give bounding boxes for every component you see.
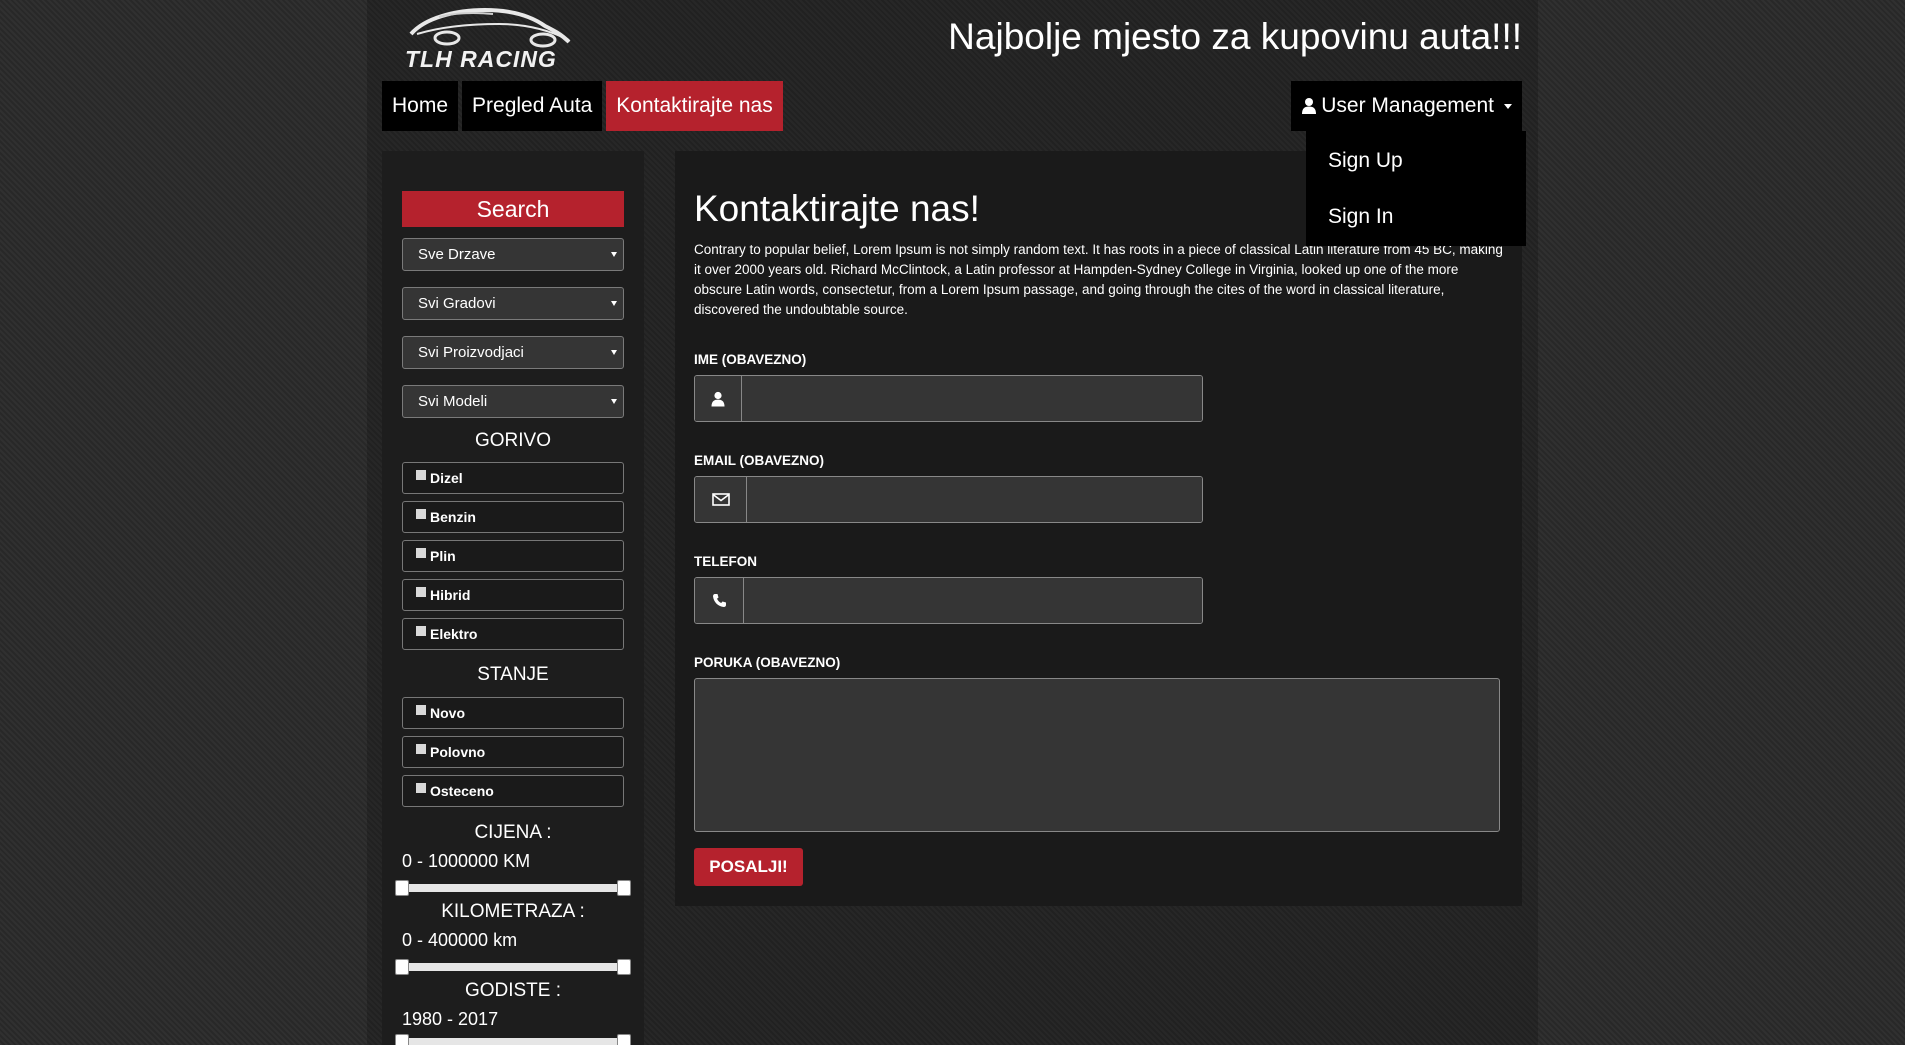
- phone-icon: [695, 578, 744, 623]
- email-label: EMAIL (OBAVEZNO): [694, 453, 824, 468]
- condition-checkbox-novo[interactable]: Novo: [402, 697, 624, 729]
- site-logo[interactable]: TLH RACING: [403, 4, 583, 76]
- checkbox-icon: [416, 509, 426, 519]
- checkbox-icon: [416, 783, 426, 793]
- year-slider[interactable]: [395, 1034, 631, 1045]
- year-slider-max-handle[interactable]: [617, 1034, 631, 1045]
- mileage-title: KILOMETRAZA :: [441, 901, 585, 922]
- intro-text: Contrary to popular belief, Lorem Ipsum …: [694, 242, 1503, 317]
- fuel-checkbox-plin[interactable]: Plin: [402, 540, 624, 572]
- user-icon: [1302, 98, 1317, 114]
- checkbox-icon: [416, 548, 426, 558]
- year-slider-min-handle[interactable]: [395, 1034, 409, 1045]
- checkbox-icon: [416, 705, 426, 715]
- country-select[interactable]: Sve Drzave: [402, 238, 624, 271]
- condition-option-label: Novo: [430, 705, 465, 721]
- name-input-group: [694, 375, 1203, 422]
- fuel-option-label: Plin: [430, 548, 456, 564]
- dropdown-arrow-icon: [611, 399, 617, 404]
- site-tagline: Najbolje mjesto za kupovinu auta!!!: [948, 16, 1522, 57]
- fuel-checkbox-benzin[interactable]: Benzin: [402, 501, 624, 533]
- phone-input-group: [694, 577, 1203, 624]
- dropdown-arrow-icon: [611, 252, 617, 257]
- user-management-dropdown: Sign Up Sign In: [1306, 131, 1526, 246]
- mileage-range-value: 0 - 400000 km: [402, 930, 518, 950]
- price-slider-min-handle[interactable]: [395, 880, 409, 896]
- checkbox-icon: [416, 587, 426, 597]
- year-title: GODISTE :: [464, 980, 562, 1001]
- search-button[interactable]: Search: [402, 191, 624, 227]
- user-management-label: User Management: [1321, 94, 1494, 117]
- dropdown-arrow-icon: [611, 301, 617, 306]
- nav-kontaktirajte-nas[interactable]: Kontaktirajte nas: [606, 81, 783, 131]
- model-select-value: Svi Modeli: [418, 393, 488, 410]
- email-input-group: [694, 476, 1203, 523]
- price-slider-max-handle[interactable]: [617, 880, 631, 896]
- fuel-checkbox-hibrid[interactable]: Hibrid: [402, 579, 624, 611]
- checkbox-icon: [416, 626, 426, 636]
- checkbox-icon: [416, 744, 426, 754]
- fuel-checkbox-elektro[interactable]: Elektro: [402, 618, 624, 650]
- city-select-value: Svi Gradovi: [418, 295, 496, 312]
- sign-up-link[interactable]: Sign Up: [1306, 133, 1526, 189]
- phone-field[interactable]: [744, 578, 1202, 623]
- name-label: IME (OBAVEZNO): [694, 352, 807, 367]
- contact-panel: Kontaktirajte nas! Contrary to popular b…: [675, 151, 1522, 906]
- message-label: PORUKA (OBAVEZNO): [694, 655, 841, 670]
- fuel-option-label: Hibrid: [430, 587, 471, 603]
- main-nav: Home Pregled Auta Kontaktirajte nas: [382, 81, 783, 131]
- user-management-toggle[interactable]: User Management: [1291, 81, 1522, 131]
- user-icon: [695, 376, 742, 421]
- fuel-option-label: Dizel: [430, 470, 463, 486]
- fuel-option-label: Elektro: [430, 626, 478, 642]
- sign-in-link[interactable]: Sign In: [1306, 189, 1526, 245]
- send-button[interactable]: POSALJI!: [694, 848, 803, 886]
- fuel-option-label: Benzin: [430, 509, 476, 525]
- name-field[interactable]: [742, 376, 1202, 421]
- price-range-value: 0 - 1000000 KM: [402, 851, 531, 871]
- email-field[interactable]: [747, 477, 1202, 522]
- condition-section-title: STANJE: [477, 664, 549, 685]
- model-select[interactable]: Svi Modeli: [402, 385, 624, 418]
- message-field[interactable]: [694, 678, 1500, 832]
- condition-option-label: Polovno: [430, 744, 486, 760]
- page-container: TLH RACING Najbolje mjesto za kupovinu a…: [367, 0, 1538, 1045]
- phone-label: TELEFON: [694, 554, 757, 569]
- search-sidebar: Search Sve Drzave Svi Gradovi Svi Proizv…: [382, 151, 644, 1045]
- manufacturer-select[interactable]: Svi Proizvodjaci: [402, 336, 624, 369]
- country-select-value: Sve Drzave: [418, 246, 496, 263]
- mileage-slider[interactable]: [395, 959, 631, 975]
- condition-checkbox-osteceno[interactable]: Osteceno: [402, 775, 624, 807]
- year-range-value: 1980 - 2017: [402, 1009, 499, 1029]
- page-title: Kontaktirajte nas!: [694, 188, 980, 229]
- condition-option-label: Osteceno: [430, 783, 494, 799]
- condition-checkbox-polovno[interactable]: Polovno: [402, 736, 624, 768]
- price-slider[interactable]: [395, 880, 631, 896]
- city-select[interactable]: Svi Gradovi: [402, 287, 624, 320]
- fuel-checkbox-dizel[interactable]: Dizel: [402, 462, 624, 494]
- fuel-section-title: GORIVO: [474, 430, 551, 451]
- price-title: CIJENA :: [474, 822, 552, 843]
- checkbox-icon: [416, 470, 426, 480]
- mileage-slider-max-handle[interactable]: [617, 959, 631, 975]
- caret-down-icon: [1504, 103, 1512, 109]
- dropdown-arrow-icon: [611, 350, 617, 355]
- envelope-icon: [695, 477, 747, 522]
- mileage-slider-min-handle[interactable]: [395, 959, 409, 975]
- manufacturer-select-value: Svi Proizvodjaci: [418, 344, 524, 361]
- nav-pregled-auta[interactable]: Pregled Auta: [462, 81, 603, 131]
- logo-text: TLH RACING: [405, 46, 557, 72]
- nav-home[interactable]: Home: [382, 81, 459, 131]
